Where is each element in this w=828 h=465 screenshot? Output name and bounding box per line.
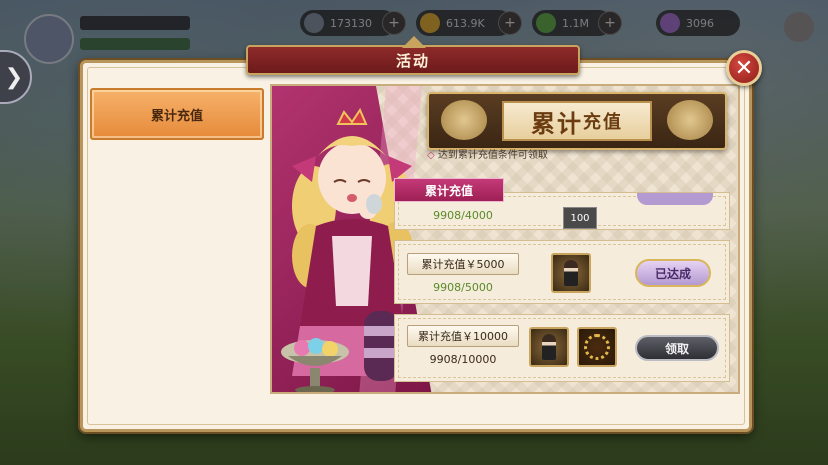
tab-label: 累计充值 — [150, 108, 203, 124]
reward-row-3: 累计充值￥10000 9908/10000 领取 — [394, 314, 730, 382]
diamond-bullet-icon: ◇ — [427, 150, 438, 161]
banner-title: 累计 充值 — [502, 101, 652, 141]
character-icon — [542, 334, 556, 360]
character-icon — [564, 260, 578, 286]
row-1-progress: 9908/4000 — [433, 209, 493, 222]
requirement-plaque: 累计充值￥10000 — [407, 325, 519, 347]
row-2-status: 已达成 — [654, 266, 691, 281]
claim-button-label: 领取 — [664, 341, 689, 356]
right-wing-ornament — [667, 100, 713, 140]
row-3-requirement: 累计充值￥10000 — [418, 330, 508, 343]
banner-title-big: 累计 — [531, 109, 583, 138]
condition-text: ◇ 达到累计充值条件可领取 — [427, 146, 548, 161]
window-title: 活动 — [246, 45, 580, 75]
ring-icon — [584, 334, 610, 360]
status-badge: 已达成 — [635, 259, 711, 287]
requirement-plaque: 累计充值￥5000 — [407, 253, 519, 275]
left-wing-ornament — [441, 100, 487, 140]
tab-cumulative-recharge[interactable]: 累计充值 — [90, 88, 264, 140]
window-title-text: 活动 — [395, 51, 430, 70]
row-2-requirement: 累计充值￥5000 — [421, 258, 505, 271]
row-progress: 9908/4000 — [407, 209, 519, 222]
row-progress: 9908/10000 — [407, 353, 519, 366]
claim-button[interactable]: 领取 — [635, 335, 719, 361]
item-count: 100 — [570, 212, 590, 224]
row-2-progress: 9908/5000 — [433, 281, 493, 294]
reward-row-2: 累计充值￥5000 9908/5000 已达成 — [394, 240, 730, 304]
section-tag-text: 累计充值 — [424, 183, 473, 198]
close-button[interactable]: ✕ — [726, 50, 762, 86]
close-icon: ✕ — [734, 55, 754, 81]
condition-label: 达到累计充值条件可领取 — [437, 150, 548, 161]
event-banner: 累计 充值 — [427, 92, 727, 150]
done-badge-partial — [637, 193, 713, 205]
reward-item[interactable] — [529, 327, 569, 367]
row-3-progress: 9908/10000 — [429, 353, 497, 366]
activity-content-panel: 累计 充值 ◇ 达到累计充值条件可领取 累计充值 9908/4000 100 累计… — [270, 84, 740, 394]
reward-item[interactable]: 100 — [563, 207, 597, 229]
candy-cup-decoration — [281, 338, 349, 392]
section-tag: 累计充值 — [394, 178, 504, 202]
reward-item[interactable] — [551, 253, 591, 293]
row-progress: 9908/5000 — [407, 281, 519, 294]
chevron-right-icon: ❯ — [4, 64, 24, 90]
banner-title-small: 充值 — [583, 112, 623, 133]
reward-item[interactable] — [577, 327, 617, 367]
